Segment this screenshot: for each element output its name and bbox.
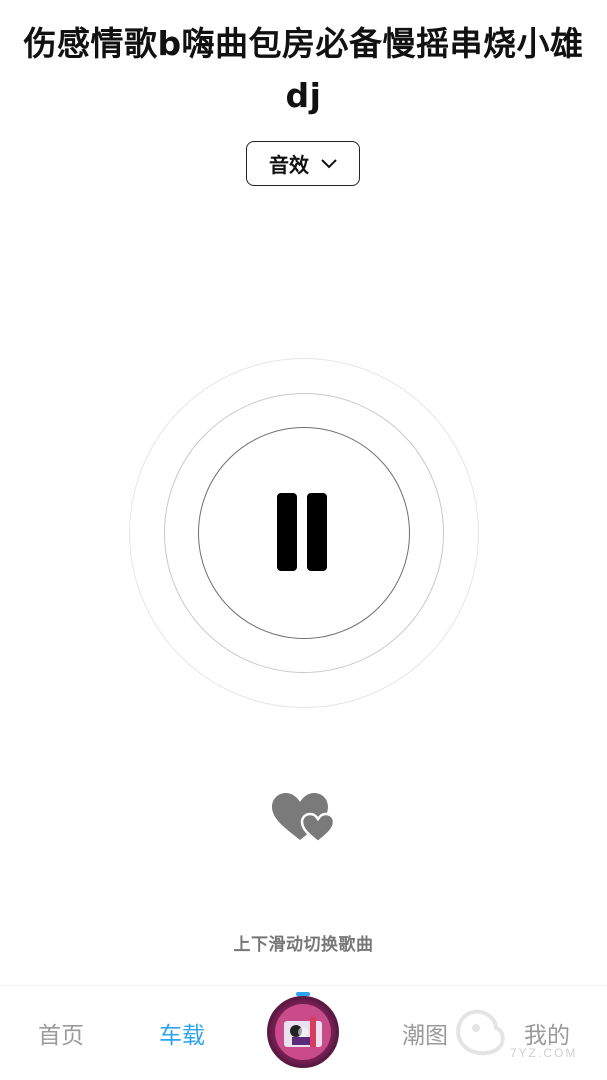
chevron-down-icon [321, 158, 337, 168]
bottom-tab-bar: 首页 车载 潮图 我的 [0, 985, 607, 1080]
pause-icon [277, 493, 297, 571]
hearts-icon [272, 793, 336, 844]
tab-home[interactable]: 首页 [16, 1016, 106, 1050]
sound-effect-label: 音效 [269, 153, 309, 177]
player-screen: 伤感情歌b嗨曲包房必备慢摇串烧小雄dj 音效 上下滑动切换歌曲 首页 车载 潮图… [0, 0, 607, 1080]
pause-icon-bar [307, 493, 327, 571]
album-cover-icon [275, 1004, 331, 1060]
swipe-hint: 上下滑动切换歌曲 [233, 935, 374, 955]
tab-car[interactable]: 车载 [137, 1016, 227, 1050]
sound-effect-button[interactable]: 音效 [246, 141, 360, 186]
favorite-button[interactable] [268, 790, 340, 846]
pause-button[interactable] [274, 490, 334, 574]
tab-mine[interactable]: 我的 [502, 1016, 592, 1050]
song-title: 伤感情歌b嗨曲包房必备慢摇串烧小雄dj [23, 24, 584, 115]
tab-trend[interactable]: 潮图 [380, 1016, 470, 1050]
now-playing-disc[interactable] [267, 996, 339, 1068]
